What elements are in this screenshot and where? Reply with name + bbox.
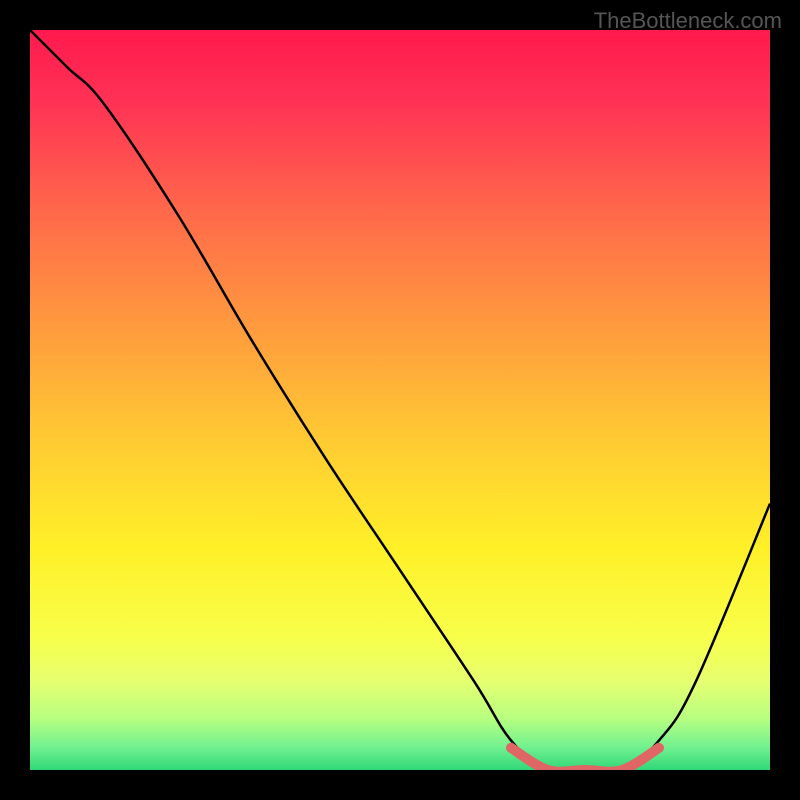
bottleneck-curve [30, 30, 770, 770]
optimal-zone-curve [511, 748, 659, 770]
watermark-text: TheBottleneck.com [594, 8, 782, 34]
curve-layer [30, 30, 770, 770]
plot-area [30, 30, 770, 770]
